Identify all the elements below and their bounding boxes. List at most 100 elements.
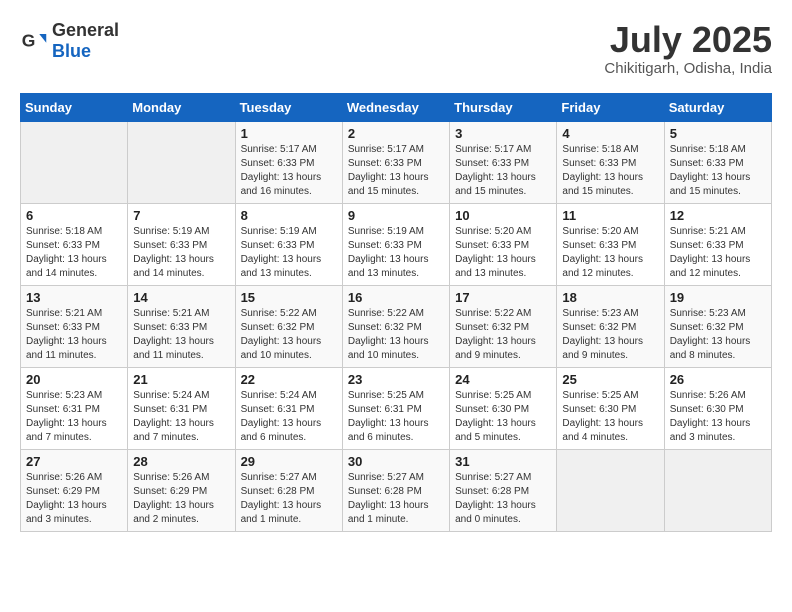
day-number: 23 — [348, 372, 444, 387]
day-number: 21 — [133, 372, 229, 387]
day-cell: 13 Sunrise: 5:21 AMSunset: 6:33 PMDayligh… — [21, 285, 128, 367]
day-cell: 27Sunrise: 5:26 AMSunset: 6:29 PMDayligh… — [21, 449, 128, 531]
day-info: Sunrise: 5:19 AMSunset: 6:33 PMDaylight:… — [348, 225, 444, 281]
day-info: Sunrise: 5:26 AMSunset: 6:30 PMDaylight:… — [670, 389, 766, 445]
day-cell: 7 Sunrise: 5:19 AMSunset: 6:33 PMDaylight… — [128, 203, 235, 285]
week-row-1: 1 Sunrise: 5:17 AMSunset: 6:33 PMDaylight… — [21, 121, 772, 203]
day-cell: 21 Sunrise: 5:24 AMSunset: 6:31 PMDayligh… — [128, 367, 235, 449]
day-info: Sunrise: 5:27 AMSunset: 6:28 PMDaylight:… — [241, 471, 337, 527]
day-info: Sunrise: 5:25 AMSunset: 6:30 PMDaylight:… — [455, 389, 551, 445]
day-number: 7 — [133, 208, 229, 223]
day-info: Sunrise: 5:23 AMSunset: 6:31 PMDaylight:… — [26, 389, 122, 445]
day-info: Sunrise: 5:22 AMSunset: 6:32 PMDaylight:… — [455, 307, 551, 363]
day-number: 30 — [348, 454, 444, 469]
calendar-table: SundayMondayTuesdayWednesdayThursdayFrid… — [20, 93, 772, 532]
day-cell — [664, 449, 771, 531]
day-number: 12 — [670, 208, 766, 223]
day-info: Sunrise: 5:18 AMSunset: 6:33 PMDaylight:… — [670, 143, 766, 199]
day-cell: 23Sunrise: 5:25 AMSunset: 6:31 PMDayligh… — [342, 367, 449, 449]
day-cell: 11Sunrise: 5:20 AMSunset: 6:33 PMDayligh… — [557, 203, 664, 285]
header: G General Blue July 2025 Chikitigarh, Od… — [20, 20, 772, 77]
day-number: 6 — [26, 208, 122, 223]
day-info: Sunrise: 5:17 AMSunset: 6:33 PMDaylight:… — [455, 143, 551, 199]
day-cell: 6 Sunrise: 5:18 AMSunset: 6:33 PMDaylight… — [21, 203, 128, 285]
day-header-tuesday: Tuesday — [235, 93, 342, 121]
day-cell: 10 Sunrise: 5:20 AMSunset: 6:33 PMDayligh… — [450, 203, 557, 285]
day-cell: 17Sunrise: 5:22 AMSunset: 6:32 PMDayligh… — [450, 285, 557, 367]
day-info: Sunrise: 5:23 AMSunset: 6:32 PMDaylight:… — [670, 307, 766, 363]
month-title: July 2025 — [604, 20, 772, 60]
day-info: Sunrise: 5:26 AMSunset: 6:29 PMDaylight:… — [133, 471, 229, 527]
day-number: 26 — [670, 372, 766, 387]
day-number: 15 — [241, 290, 337, 305]
day-cell: 29 Sunrise: 5:27 AMSunset: 6:28 PMDayligh… — [235, 449, 342, 531]
day-info: Sunrise: 5:17 AMSunset: 6:33 PMDaylight:… — [348, 143, 444, 199]
day-info: Sunrise: 5:26 AMSunset: 6:29 PMDaylight:… — [26, 471, 122, 527]
day-info: Sunrise: 5:19 AMSunset: 6:33 PMDaylight:… — [241, 225, 337, 281]
logo-general-text: General — [52, 20, 119, 40]
day-header-thursday: Thursday — [450, 93, 557, 121]
day-cell: 9 Sunrise: 5:19 AMSunset: 6:33 PMDaylight… — [342, 203, 449, 285]
day-cell: 1 Sunrise: 5:17 AMSunset: 6:33 PMDaylight… — [235, 121, 342, 203]
day-cell: 5Sunrise: 5:18 AMSunset: 6:33 PMDaylight… — [664, 121, 771, 203]
day-info: Sunrise: 5:20 AMSunset: 6:33 PMDaylight:… — [455, 225, 551, 281]
day-cell: 26 Sunrise: 5:26 AMSunset: 6:30 PMDayligh… — [664, 367, 771, 449]
day-number: 29 — [241, 454, 337, 469]
day-info: Sunrise: 5:18 AMSunset: 6:33 PMDaylight:… — [562, 143, 658, 199]
day-info: Sunrise: 5:17 AMSunset: 6:33 PMDaylight:… — [241, 143, 337, 199]
day-cell: 12 Sunrise: 5:21 AMSunset: 6:33 PMDayligh… — [664, 203, 771, 285]
day-cell: 14 Sunrise: 5:21 AMSunset: 6:33 PMDayligh… — [128, 285, 235, 367]
day-number: 31 — [455, 454, 551, 469]
day-info: Sunrise: 5:21 AMSunset: 6:33 PMDaylight:… — [133, 307, 229, 363]
location-title: Chikitigarh, Odisha, India — [604, 60, 772, 77]
day-number: 25 — [562, 372, 658, 387]
day-number: 3 — [455, 126, 551, 141]
day-info: Sunrise: 5:23 AMSunset: 6:32 PMDaylight:… — [562, 307, 658, 363]
day-cell: 4 Sunrise: 5:18 AMSunset: 6:33 PMDaylight… — [557, 121, 664, 203]
svg-text:G: G — [22, 30, 36, 50]
day-cell: 2 Sunrise: 5:17 AMSunset: 6:33 PMDaylight… — [342, 121, 449, 203]
day-number: 9 — [348, 208, 444, 223]
day-number: 24 — [455, 372, 551, 387]
day-number: 4 — [562, 126, 658, 141]
day-info: Sunrise: 5:27 AMSunset: 6:28 PMDaylight:… — [348, 471, 444, 527]
day-header-saturday: Saturday — [664, 93, 771, 121]
logo: G General Blue — [20, 20, 119, 62]
day-number: 10 — [455, 208, 551, 223]
days-of-week-row: SundayMondayTuesdayWednesdayThursdayFrid… — [21, 93, 772, 121]
day-number: 22 — [241, 372, 337, 387]
day-info: Sunrise: 5:18 AMSunset: 6:33 PMDaylight:… — [26, 225, 122, 281]
day-info: Sunrise: 5:21 AMSunset: 6:33 PMDaylight:… — [670, 225, 766, 281]
day-number: 13 — [26, 290, 122, 305]
day-info: Sunrise: 5:19 AMSunset: 6:33 PMDaylight:… — [133, 225, 229, 281]
day-cell — [557, 449, 664, 531]
day-number: 16 — [348, 290, 444, 305]
day-cell: 22Sunrise: 5:24 AMSunset: 6:31 PMDayligh… — [235, 367, 342, 449]
title-area: July 2025 Chikitigarh, Odisha, India — [604, 20, 772, 77]
day-number: 19 — [670, 290, 766, 305]
day-header-friday: Friday — [557, 93, 664, 121]
day-cell — [21, 121, 128, 203]
day-cell: 25 Sunrise: 5:25 AMSunset: 6:30 PMDayligh… — [557, 367, 664, 449]
week-row-4: 20Sunrise: 5:23 AMSunset: 6:31 PMDayligh… — [21, 367, 772, 449]
day-info: Sunrise: 5:22 AMSunset: 6:32 PMDaylight:… — [241, 307, 337, 363]
day-info: Sunrise: 5:22 AMSunset: 6:32 PMDaylight:… — [348, 307, 444, 363]
day-number: 14 — [133, 290, 229, 305]
day-header-wednesday: Wednesday — [342, 93, 449, 121]
day-header-monday: Monday — [128, 93, 235, 121]
day-info: Sunrise: 5:25 AMSunset: 6:30 PMDaylight:… — [562, 389, 658, 445]
calendar-body: 1 Sunrise: 5:17 AMSunset: 6:33 PMDaylight… — [21, 121, 772, 531]
day-cell: 31Sunrise: 5:27 AMSunset: 6:28 PMDayligh… — [450, 449, 557, 531]
week-row-3: 13 Sunrise: 5:21 AMSunset: 6:33 PMDayligh… — [21, 285, 772, 367]
day-cell: 28Sunrise: 5:26 AMSunset: 6:29 PMDayligh… — [128, 449, 235, 531]
day-info: Sunrise: 5:20 AMSunset: 6:33 PMDaylight:… — [562, 225, 658, 281]
day-cell — [128, 121, 235, 203]
week-row-5: 27Sunrise: 5:26 AMSunset: 6:29 PMDayligh… — [21, 449, 772, 531]
day-number: 1 — [241, 126, 337, 141]
day-info: Sunrise: 5:24 AMSunset: 6:31 PMDaylight:… — [133, 389, 229, 445]
day-info: Sunrise: 5:21 AMSunset: 6:33 PMDaylight:… — [26, 307, 122, 363]
calendar-header: SundayMondayTuesdayWednesdayThursdayFrid… — [21, 93, 772, 121]
day-number: 2 — [348, 126, 444, 141]
day-cell: 3 Sunrise: 5:17 AMSunset: 6:33 PMDaylight… — [450, 121, 557, 203]
day-cell: 30 Sunrise: 5:27 AMSunset: 6:28 PMDayligh… — [342, 449, 449, 531]
